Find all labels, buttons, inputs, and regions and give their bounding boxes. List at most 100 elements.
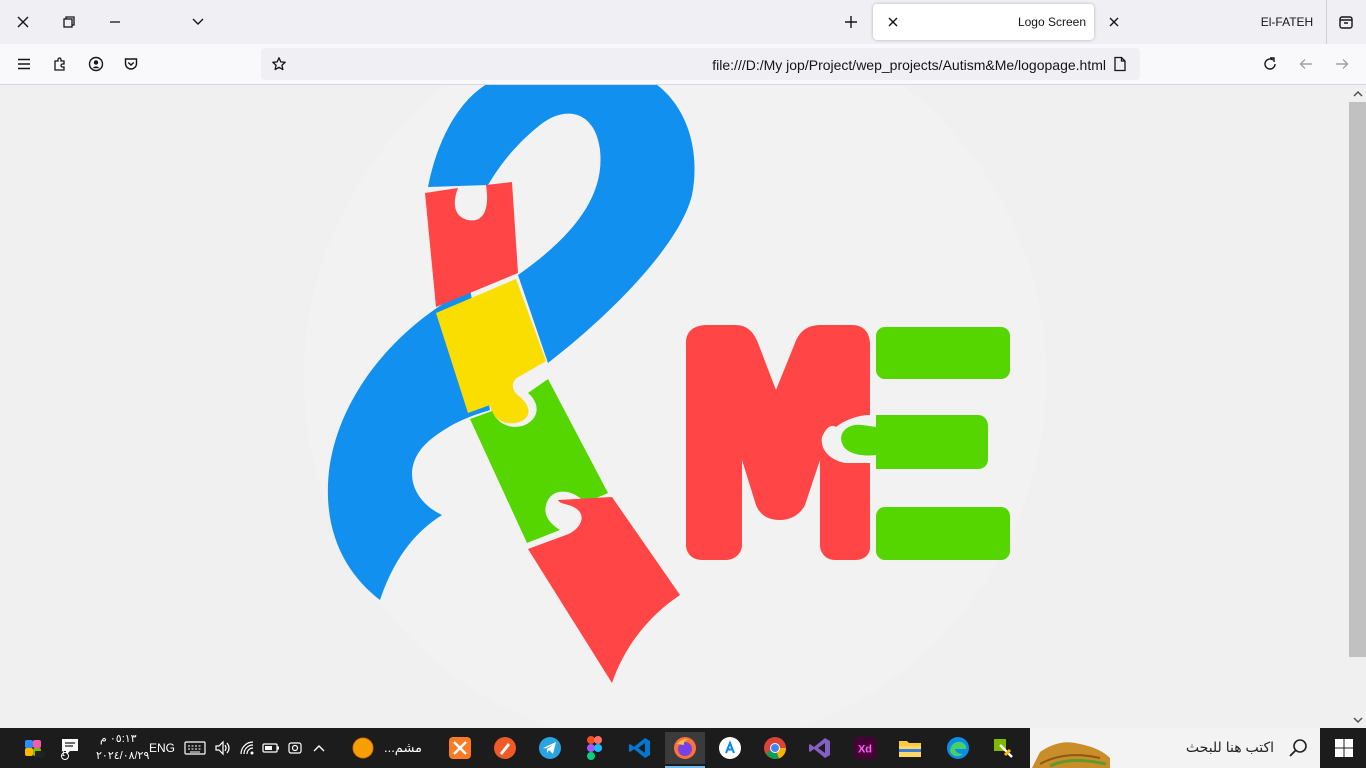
volume-tray-button[interactable]	[211, 732, 235, 764]
search-highlight-illustration	[1032, 742, 1110, 768]
chevron-up-icon	[313, 745, 325, 752]
notification-center-button[interactable]	[52, 732, 88, 764]
taskbar-app-orange[interactable]: مشم...	[343, 732, 431, 764]
show-hidden-icons-button[interactable]	[307, 732, 331, 764]
network-tray-button[interactable]	[236, 732, 260, 764]
tab-close-button[interactable]	[879, 8, 907, 36]
extensions-button[interactable]	[45, 49, 75, 79]
battery-icon	[262, 743, 279, 753]
pocket-icon	[124, 58, 138, 70]
account-button[interactable]	[81, 49, 111, 79]
taskbar-firefox[interactable]	[665, 732, 705, 768]
chevron-up-icon	[1352, 90, 1363, 97]
taskbar-adobe-xd[interactable]: Xd	[845, 732, 885, 764]
navigation-toolbar: file:///D:/My jop/Project/wep_projects/A…	[0, 44, 1366, 85]
reload-button[interactable]	[1255, 49, 1285, 79]
input-language[interactable]: ENG	[149, 741, 175, 755]
keyboard-icon	[184, 741, 206, 755]
restore-icon	[63, 16, 75, 28]
clock-time[interactable]: ٠٥:١٣ م	[100, 732, 137, 745]
puzzle-piece-icon	[54, 57, 65, 71]
tabbar-separator	[1326, 0, 1327, 44]
taskbar-telegram[interactable]	[530, 732, 570, 764]
list-all-tabs-button[interactable]	[183, 7, 213, 37]
battery-tray-button[interactable]	[259, 732, 283, 764]
star-icon	[272, 57, 286, 71]
bookmark-star-button[interactable]	[265, 50, 293, 78]
svg-text:Xd: Xd	[858, 744, 872, 756]
pen-app-icon	[494, 737, 516, 759]
chevron-down-icon	[192, 18, 204, 25]
page-icon	[1114, 56, 1126, 72]
profile-name[interactable]: El-FATEH	[1248, 15, 1326, 29]
account-icon	[88, 56, 104, 72]
adobe-xd-icon: Xd	[854, 737, 876, 759]
scrollbar-thumb[interactable]	[1349, 102, 1366, 657]
tab-bar: Logo Screen El-FATEH	[0, 0, 1366, 44]
orange-circle-icon	[352, 737, 374, 759]
new-tab-button[interactable]	[836, 7, 866, 37]
url-bar[interactable]: file:///D:/My jop/Project/wep_projects/A…	[261, 48, 1140, 80]
wifi-icon	[240, 741, 254, 755]
visual-studio-icon	[809, 738, 830, 758]
start-button[interactable]	[1322, 732, 1366, 764]
back-button[interactable]	[1291, 49, 1321, 79]
pocket-button[interactable]	[116, 49, 146, 79]
taskbar-pen-app[interactable]	[485, 732, 525, 764]
taskbar-edge[interactable]	[938, 732, 978, 764]
telegram-icon	[539, 737, 561, 759]
arrow-right-icon	[1336, 59, 1349, 69]
close-icon	[17, 16, 29, 28]
close-icon	[888, 17, 898, 27]
clock-date[interactable]: ٢٠٢٤/٠٨/٢٩	[96, 749, 149, 762]
firefox-view-button[interactable]	[1331, 7, 1361, 37]
app-menu-button[interactable]	[9, 49, 39, 79]
xampp-icon	[449, 737, 471, 759]
app-store-icon	[719, 737, 741, 759]
keyboard-tray-button[interactable]	[183, 732, 207, 764]
page-info-button[interactable]	[1106, 50, 1134, 78]
copilot-button[interactable]	[14, 732, 54, 764]
notification-count: 1	[61, 749, 66, 758]
tab-close-button-2[interactable]	[1099, 7, 1129, 37]
reload-icon	[1264, 57, 1276, 70]
page-content	[0, 85, 1349, 728]
scroll-down-arrow[interactable]	[1349, 711, 1366, 728]
tab-logo-screen[interactable]: Logo Screen	[873, 4, 1094, 40]
autism-and-me-logo	[327, 85, 1010, 683]
camera-tray-button[interactable]	[283, 732, 307, 764]
windows-taskbar: 1 ٠٥:١٣ م ٢٠٢٤/٠٨/٢٩ ENG مشم... Xd اكتب …	[0, 728, 1366, 768]
firefox-view-icon	[1339, 16, 1353, 29]
logo-letter-e-bottom-bar	[876, 507, 1010, 560]
minimize-icon	[110, 21, 120, 23]
taskbar-visual-studio[interactable]	[800, 732, 840, 764]
search-placeholder: اكتب هنا للبحث	[1185, 739, 1274, 755]
logo-letter-e-top-bar	[876, 327, 1010, 379]
chrome-icon	[764, 737, 787, 759]
arrow-left-icon	[1299, 59, 1312, 69]
window-close-button[interactable]	[8, 7, 38, 37]
windows-logo-icon	[1335, 739, 1353, 757]
window-minimize-button[interactable]	[100, 7, 130, 37]
chevron-down-icon	[1352, 716, 1363, 723]
taskbar-figma[interactable]	[575, 732, 615, 764]
taskbar-xampp[interactable]	[440, 732, 480, 764]
taskbar-vscode[interactable]	[620, 732, 660, 764]
scroll-up-arrow[interactable]	[1349, 85, 1366, 102]
figma-icon	[587, 736, 602, 760]
page-scrollbar[interactable]	[1349, 85, 1366, 728]
url-text[interactable]: file:///D:/My jop/Project/wep_projects/A…	[712, 57, 1106, 73]
taskbar-app-label: مشم...	[383, 740, 423, 755]
hamburger-menu-icon	[18, 58, 30, 70]
forward-button[interactable]	[1327, 49, 1357, 79]
taskbar-chrome[interactable]	[755, 732, 795, 764]
window-restore-button[interactable]	[54, 7, 84, 37]
taskbar-settings-tool[interactable]	[983, 732, 1023, 764]
logo-letter-e-middle-bar	[841, 415, 988, 469]
taskbar-search-box[interactable]: اكتب هنا للبحث	[1030, 728, 1320, 768]
tab-title: Logo Screen	[1017, 15, 1086, 29]
taskbar-file-explorer[interactable]	[890, 732, 930, 764]
close-icon	[1109, 17, 1119, 27]
taskbar-app-store[interactable]	[710, 732, 750, 764]
vscode-icon	[629, 738, 650, 758]
